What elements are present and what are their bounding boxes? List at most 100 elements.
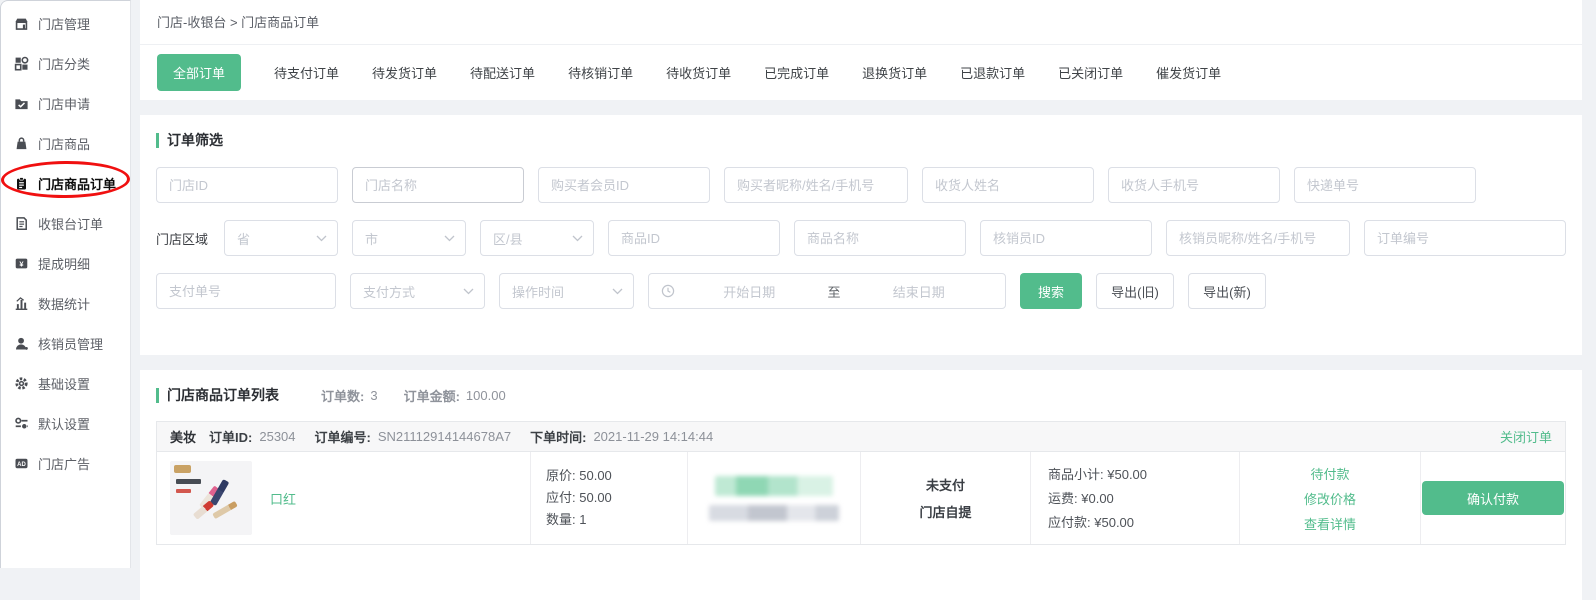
tab-pending-shipment[interactable]: 待发货订单 [372,63,437,82]
order-sn-input[interactable] [1364,220,1566,256]
order-sn-value: SN21112914144678A7 [378,429,511,444]
order-row: 口红 原价: 50.00 应付: 50.00 数量: 1 未支付 门店自提 商品… [157,452,1565,544]
product-image-subtext-line [176,489,191,493]
sidebar-item-store-category[interactable]: 门店分类 [1,43,130,83]
operation-time-select[interactable]: 操作时间 [499,273,634,309]
consignee-phone-input[interactable] [1108,167,1280,203]
tab-pending-payment[interactable]: 待支付订单 [274,63,339,82]
tab-all-orders[interactable]: 全部订单 [157,54,241,91]
goods-name-input[interactable] [794,220,966,256]
order-time-value: 2021-11-29 14:14:44 [593,429,713,444]
confirm-payment-button[interactable]: 确认付款 [1422,481,1564,515]
order-id-value: 25304 [259,429,295,444]
view-details-link[interactable]: 查看详情 [1304,514,1356,533]
sidebar-item-store-goods-orders[interactable]: 门店商品订单 [1,163,130,203]
product-cell: 口红 [157,452,530,544]
verifier-id-input[interactable] [980,220,1152,256]
date-range-separator: 至 [824,282,845,301]
order-time-label: 下单时间: [530,427,586,446]
export-new-button[interactable]: 导出(新) [1188,273,1266,309]
section-accent-bar [156,388,159,403]
filter-row-1 [156,167,1566,203]
sidebar-item-label: 门店申请 [38,94,90,113]
sidebar: 门店管理 门店分类 门店申请 门店商品 门店商品订单 收银台订单 ¥ 提成明细 [0,0,131,568]
clock-icon [661,284,675,298]
store-name-input[interactable] [352,167,524,203]
confirm-cell: 确认付款 [1420,452,1565,544]
quantity-line: 数量: 1 [546,509,687,531]
folder-check-icon [14,96,29,111]
sidebar-item-label: 核销员管理 [38,334,103,353]
district-select[interactable]: 区/县 [480,220,594,256]
tab-urge-shipment[interactable]: 催发货订单 [1156,63,1221,82]
start-date-placeholder[interactable]: 开始日期 [675,282,824,301]
verifier-nickname-input[interactable] [1166,220,1350,256]
tab-pending-delivery[interactable]: 待配送订单 [470,63,535,82]
order-category: 美妆 [170,427,196,446]
original-price-line: 原价: 50.00 [546,465,687,487]
province-select[interactable]: 省 [224,220,338,256]
tab-pending-receipt[interactable]: 待收货订单 [666,63,731,82]
end-date-placeholder[interactable]: 结束日期 [845,282,994,301]
tab-completed[interactable]: 已完成订单 [764,63,829,82]
tracking-number-input[interactable] [1294,167,1476,203]
sidebar-item-cashier-orders[interactable]: 收银台订单 [1,203,130,243]
list-section-title: 门店商品订单列表 [156,385,279,405]
header-card: 门店-收银台 > 门店商品订单 全部订单 待支付订单 待发货订单 待配送订单 待… [140,0,1582,100]
sidebar-item-store-manage[interactable]: 门店管理 [1,3,130,43]
order-stats: 订单数: 3 订单金额: 100.00 [321,386,506,405]
order-sn-label: 订单编号: [315,427,371,446]
payment-status: 未支付 [926,475,965,494]
amount-due-line: 应付款: ¥50.00 [1048,511,1239,535]
section-accent-bar [156,133,159,148]
consignee-name-input[interactable] [922,167,1094,203]
person-icon [14,336,29,351]
sidebar-item-basic-settings[interactable]: 基础设置 [1,363,130,403]
ad-icon: AD [14,456,29,471]
product-image-text-line [176,479,201,484]
date-range-picker[interactable]: 开始日期 至 结束日期 [648,273,1006,309]
buyer-nickname-input[interactable] [724,167,908,203]
product-name-link[interactable]: 口红 [270,489,296,508]
close-order-link[interactable]: 关闭订单 [1500,427,1552,446]
chevron-down-icon [463,288,474,295]
shipping-fee-line: 运费: ¥0.00 [1048,487,1239,511]
sidebar-item-label: 默认设置 [38,414,90,433]
buyer-info-redacted [715,476,833,496]
sidebar-item-label: 基础设置 [38,374,90,393]
product-badge [174,465,191,473]
breadcrumb: 门店-收银台 > 门店商品订单 [140,0,1582,45]
payment-method-select[interactable]: 支付方式 [350,273,485,309]
payment-no-input[interactable] [156,273,336,309]
buyer-member-id-input[interactable] [538,167,710,203]
category-grid-icon [14,56,29,71]
city-select[interactable]: 市 [352,220,466,256]
export-old-button[interactable]: 导出(旧) [1096,273,1174,309]
tab-return-exchange[interactable]: 退换货订单 [862,63,927,82]
buyer-cell [687,452,860,544]
sidebar-item-label: 数据统计 [38,294,90,313]
tab-pending-verification[interactable]: 待核销订单 [568,63,633,82]
sidebar-item-store-goods[interactable]: 门店商品 [1,123,130,163]
sidebar-item-store-apply[interactable]: 门店申请 [1,83,130,123]
tab-refunded[interactable]: 已退款订单 [960,63,1025,82]
sidebar-item-label: 收银台订单 [38,214,103,233]
modify-price-link[interactable]: 修改价格 [1304,489,1356,508]
pending-payment-status-link[interactable]: 待付款 [1310,464,1349,483]
sidebar-item-data-statistics[interactable]: 数据统计 [1,283,130,323]
store-id-input[interactable] [156,167,338,203]
chevron-down-icon [316,235,327,242]
goods-id-input[interactable] [608,220,780,256]
tab-closed[interactable]: 已关闭订单 [1058,63,1123,82]
commission-money-icon: ¥ [14,256,29,271]
order-tabs: 全部订单 待支付订单 待发货订单 待配送订单 待核销订单 待收货订单 已完成订单… [140,45,1582,100]
sidebar-item-store-ads[interactable]: AD 门店广告 [1,443,130,483]
main-content: 门店-收银台 > 门店商品订单 全部订单 待支付订单 待发货订单 待配送订单 待… [132,0,1596,568]
shopping-bag-icon [14,136,29,151]
search-button[interactable]: 搜索 [1020,273,1082,309]
svg-text:AD: AD [17,461,26,467]
buyer-contact-redacted [709,505,839,521]
sidebar-item-commission-detail[interactable]: ¥ 提成明细 [1,243,130,283]
sidebar-item-default-settings[interactable]: 默认设置 [1,403,130,443]
sidebar-item-verifier-manage[interactable]: 核销员管理 [1,323,130,363]
